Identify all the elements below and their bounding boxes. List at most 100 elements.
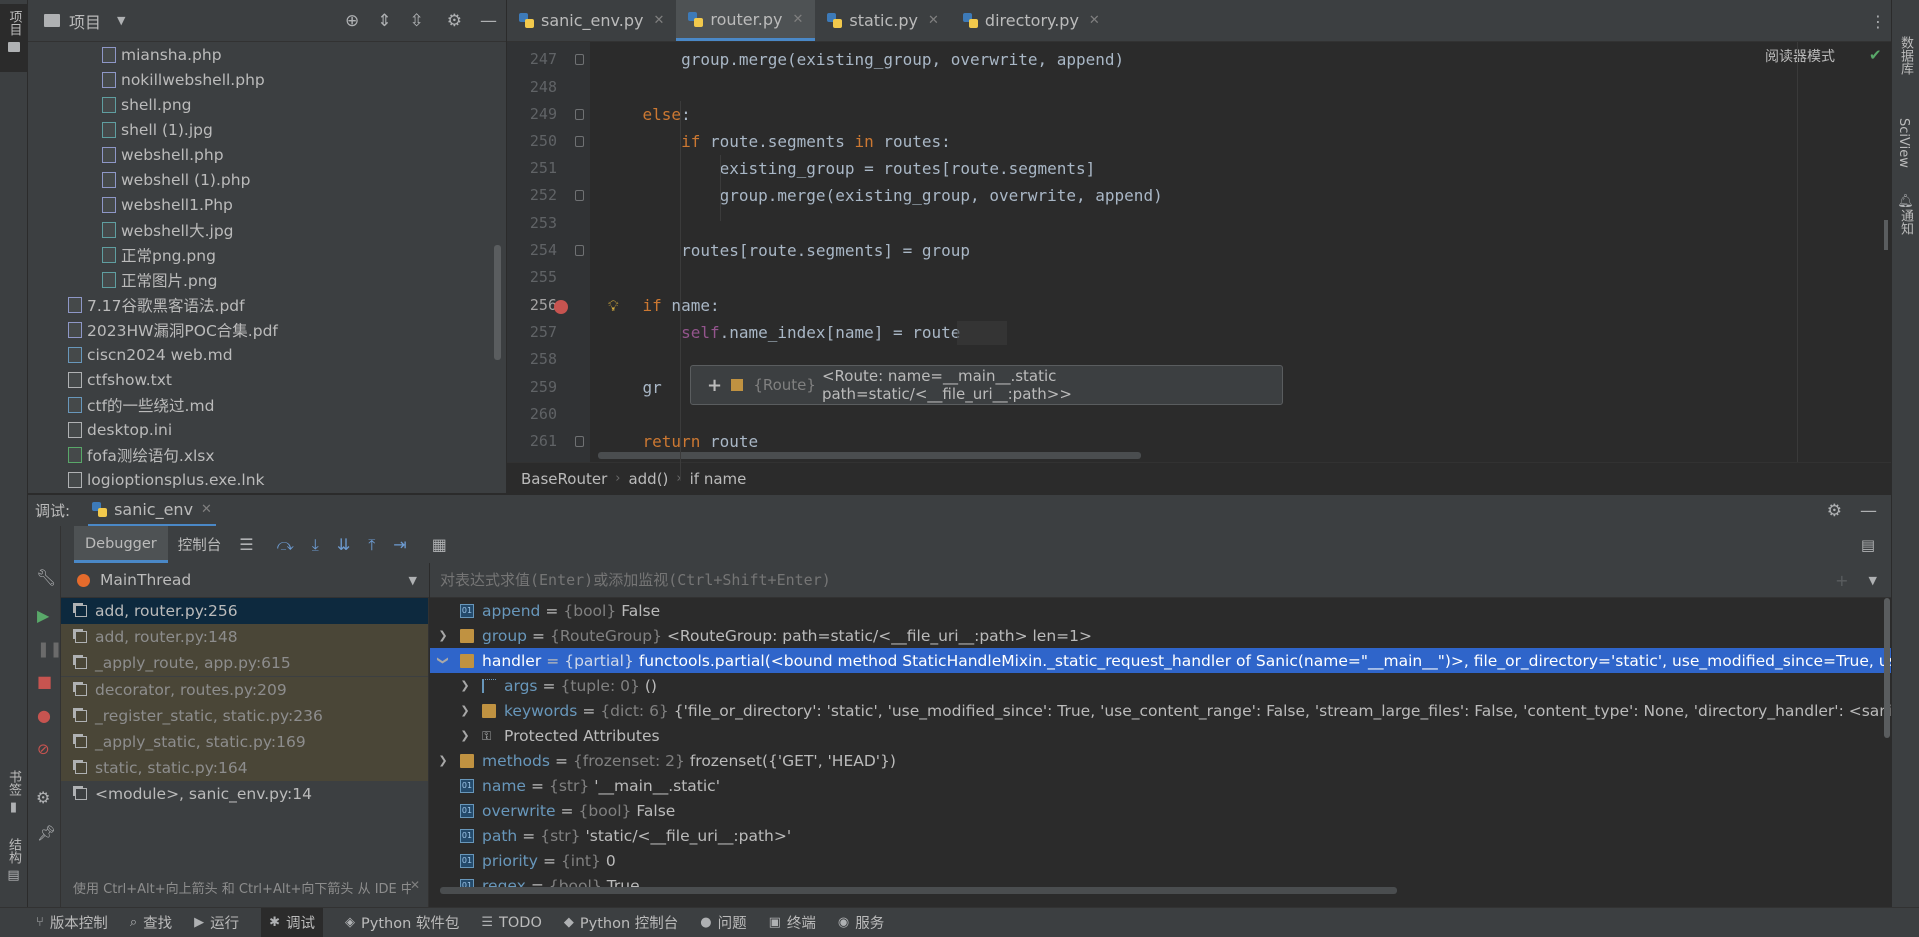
- breadcrumb-item[interactable]: if name: [690, 470, 747, 488]
- pause-icon[interactable]: ❚❚: [37, 640, 62, 658]
- stack-frame[interactable]: static, static.py:164: [61, 755, 428, 782]
- tree-file-item[interactable]: desktop.ini: [68, 417, 172, 442]
- chevron-right-icon[interactable]: ❯: [436, 629, 450, 642]
- project-tool-button[interactable]: 项目: [0, 4, 28, 72]
- variable-row[interactable]: 01 name = {str} '__main__.static': [436, 773, 720, 798]
- close-icon[interactable]: ✕: [410, 878, 420, 892]
- toolwindow-6[interactable]: ◆ Python 控制台: [564, 912, 678, 933]
- resume-icon[interactable]: ▶: [37, 606, 49, 625]
- structure-tool-button[interactable]: 结构 ▤: [4, 838, 23, 883]
- gear-icon[interactable]: ⚙: [36, 788, 50, 807]
- tree-file-item[interactable]: 正常图片.png: [102, 267, 217, 292]
- reader-mode-toggle[interactable]: 阅读器模式: [1765, 46, 1835, 66]
- debug-session-tab[interactable]: sanic_env ✕: [88, 495, 216, 527]
- chevron-right-icon[interactable]: ❯: [458, 704, 472, 717]
- tab-debugger[interactable]: Debugger: [74, 526, 168, 563]
- view-breakpoints-icon[interactable]: ●: [37, 706, 51, 725]
- fold-marker-icon[interactable]: [575, 54, 584, 65]
- tree-file-item[interactable]: webshell.php: [102, 142, 224, 167]
- variable-row[interactable]: 01 append = {bool} False: [436, 598, 660, 623]
- expand-all-icon[interactable]: ⇕: [377, 11, 391, 31]
- crosshair-icon[interactable]: ⊕: [345, 11, 359, 31]
- project-title[interactable]: 项目: [69, 9, 101, 33]
- fold-marker-icon[interactable]: [575, 109, 584, 120]
- mute-breakpoints-icon[interactable]: ⊘: [37, 740, 50, 758]
- variable-row[interactable]: 01 path = {str}'static/<__file_uri__:path>': [436, 823, 791, 848]
- layout-icon[interactable]: ▤: [1861, 536, 1875, 554]
- pin-icon[interactable]: 📌︎: [37, 824, 56, 842]
- toolwindow-2[interactable]: ▶ 运行: [194, 912, 239, 933]
- variables-hscrollbar[interactable]: [440, 887, 1397, 894]
- step-into-icon[interactable]: ⤓: [312, 535, 319, 555]
- notifications-tool-button[interactable]: 🔔︎ 通知: [1896, 194, 1915, 235]
- variable-row[interactable]: ❯ handler = {partial} functools.partial(<bou…: [436, 648, 1892, 673]
- tab-static-py[interactable]: static.py ✕: [815, 0, 951, 41]
- breadcrumb-item[interactable]: BaseRouter: [521, 470, 607, 488]
- fold-marker-icon[interactable]: [575, 136, 584, 147]
- tree-file-item[interactable]: shell.png: [102, 92, 191, 117]
- variable-row[interactable]: ❯ keywords = {dict: 6} {'file_or_directory':…: [458, 698, 1891, 723]
- tree-file-item[interactable]: logioptionsplus.exe.lnk: [68, 467, 265, 492]
- stack-frame[interactable]: decorator, routes.py:209: [61, 676, 428, 703]
- tree-file-item[interactable]: 7.17谷歌黑客语法.pdf: [68, 292, 245, 317]
- variables-vscrollbar[interactable]: [1884, 598, 1890, 738]
- close-icon[interactable]: ✕: [201, 502, 212, 517]
- toolwindow-5[interactable]: ☰ TODO: [481, 915, 542, 931]
- chevron-down-icon[interactable]: ▼: [1869, 574, 1877, 587]
- variable-row[interactable]: ❯ group = {RouteGroup} <RouteGroup: path=sta…: [436, 623, 1092, 648]
- stack-frame[interactable]: _apply_static, static.py:169: [61, 729, 428, 755]
- project-tree-scrollbar[interactable]: [494, 245, 501, 360]
- close-icon[interactable]: ✕: [1089, 13, 1100, 28]
- stack-frame[interactable]: _register_static, static.py:236: [61, 702, 428, 729]
- expand-plus-icon[interactable]: +: [707, 375, 722, 396]
- minimize-icon[interactable]: —: [480, 11, 497, 31]
- tree-file-item[interactable]: miansha.php: [102, 42, 222, 67]
- breadcrumb-item[interactable]: add(): [628, 470, 668, 488]
- toolwindow-3[interactable]: ✱ 调试: [261, 908, 323, 937]
- database-tool-button[interactable]: 数据库: [1896, 36, 1915, 75]
- chevron-down-icon[interactable]: ❯: [437, 654, 450, 668]
- chevron-right-icon[interactable]: ❯: [458, 679, 472, 692]
- threads-menu-icon[interactable]: ☰: [239, 535, 253, 554]
- stack-frame[interactable]: add, router.py:148: [61, 624, 428, 651]
- close-icon[interactable]: ✕: [653, 13, 664, 28]
- tree-file-item[interactable]: ciscn2024 web.md: [68, 342, 233, 367]
- chevron-down-icon[interactable]: ▼: [117, 14, 125, 27]
- tree-file-item[interactable]: webshell1.Php: [102, 192, 233, 217]
- bookmarks-tool-button[interactable]: 书签 ▮: [4, 770, 23, 815]
- tree-file-item[interactable]: ctfshow.txt: [68, 367, 172, 392]
- add-watch-icon[interactable]: +: [1835, 571, 1848, 590]
- breakpoint-icon[interactable]: [554, 300, 568, 314]
- toolwindow-7[interactable]: ● 问题: [700, 912, 746, 933]
- chevron-right-icon[interactable]: ❯: [458, 729, 472, 742]
- tree-file-item[interactable]: webshell大.jpg: [102, 217, 234, 242]
- lightbulb-icon[interactable]: 💡︎: [608, 297, 619, 315]
- variable-row[interactable]: 01 regex = {bool} True: [436, 873, 640, 898]
- stop-icon[interactable]: ■: [37, 672, 52, 691]
- toolwindow-9[interactable]: ◉ 服务: [838, 912, 884, 933]
- variable-row[interactable]: 01 overwrite = {bool} False: [436, 798, 675, 823]
- toolwindow-8[interactable]: ▣ 终端: [769, 912, 816, 933]
- editor-vscrollbar[interactable]: [1884, 220, 1888, 250]
- toolwindow-0[interactable]: ⑂ 版本控制: [36, 912, 108, 933]
- evaluate-expression-input[interactable]: [430, 563, 1836, 597]
- collapse-all-icon[interactable]: ⇳: [410, 11, 424, 31]
- close-icon[interactable]: ✕: [928, 13, 939, 28]
- sciview-tool-button[interactable]: SciView: [1896, 118, 1911, 168]
- step-over-icon[interactable]: ⤼: [277, 535, 294, 555]
- step-into-my-code-icon[interactable]: ⇊: [337, 535, 350, 554]
- run-to-cursor-icon[interactable]: ⇥: [393, 535, 406, 554]
- tree-file-item[interactable]: nokillwebshell.php: [102, 67, 265, 92]
- tree-file-item[interactable]: fofa测绘语句.xlsx: [68, 442, 215, 467]
- variable-row[interactable]: 01 priority = {int} 0: [436, 848, 616, 873]
- tree-file-item[interactable]: 正常png.png: [102, 242, 216, 267]
- tab-sanic_env-py[interactable]: sanic_env.py ✕: [507, 0, 676, 41]
- variable-row[interactable]: ❯ args = {tuple: 0}(): [458, 673, 657, 698]
- close-icon[interactable]: ✕: [792, 12, 803, 27]
- stack-frame[interactable]: add, router.py:256: [61, 598, 428, 624]
- chevron-right-icon[interactable]: ❯: [436, 754, 450, 767]
- thread-selector[interactable]: MainThread ▼: [61, 563, 429, 598]
- tree-file-item[interactable]: webshell (1).php: [102, 167, 250, 192]
- tree-file-item[interactable]: ctf的一些绕过.md: [68, 392, 214, 417]
- gear-icon[interactable]: ⚙: [1827, 501, 1842, 521]
